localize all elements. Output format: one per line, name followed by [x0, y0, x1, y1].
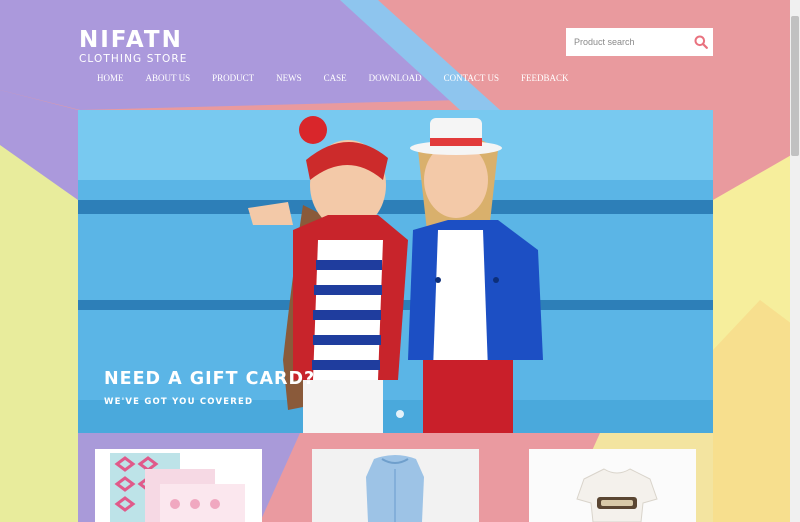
nav-item-contact-us[interactable]: CONTACT US	[444, 72, 499, 84]
product-thumbnail-1[interactable]	[95, 449, 262, 522]
hero-banner[interactable]: NEED A GIFT CARD? WE'VE GOT YOU COVERED	[78, 110, 713, 433]
search-box	[566, 28, 713, 56]
search-icon	[694, 35, 708, 49]
product-thumbnail-3[interactable]	[529, 449, 696, 522]
page-scrollbar[interactable]	[790, 0, 800, 522]
nav-item-product[interactable]: PRODUCT	[212, 72, 254, 84]
nav-item-news[interactable]: NEWS	[276, 72, 302, 84]
slider-dot[interactable]	[396, 410, 404, 418]
nav-item-about-us[interactable]: ABOUT US	[146, 72, 191, 84]
brand-logo[interactable]: NIFATN CLOTHING STORE	[79, 27, 187, 65]
nav-item-feedback[interactable]: FEEDBACK	[521, 72, 569, 84]
main-navigation: HOME ABOUT US PRODUCT NEWS CASE DOWNLOAD…	[97, 72, 591, 84]
brand-name: NIFATN	[79, 27, 183, 53]
scrollbar-thumb[interactable]	[791, 16, 799, 156]
nav-item-case[interactable]: CASE	[324, 72, 347, 84]
product-thumbnail-2[interactable]	[312, 449, 479, 522]
nav-item-home[interactable]: HOME	[97, 72, 124, 84]
banner-headline: NEED A GIFT CARD?	[104, 369, 316, 389]
brand-tagline: CLOTHING STORE	[79, 53, 188, 65]
search-button[interactable]	[689, 28, 713, 56]
banner-subline: WE'VE GOT YOU COVERED	[104, 397, 254, 407]
search-input[interactable]	[566, 29, 689, 55]
product-image-baby-bodysuit	[529, 449, 696, 522]
product-image-patterned-blanket	[95, 449, 262, 522]
nav-item-download[interactable]: DOWNLOAD	[369, 72, 422, 84]
product-image-baby-sleep-sack	[312, 449, 479, 522]
